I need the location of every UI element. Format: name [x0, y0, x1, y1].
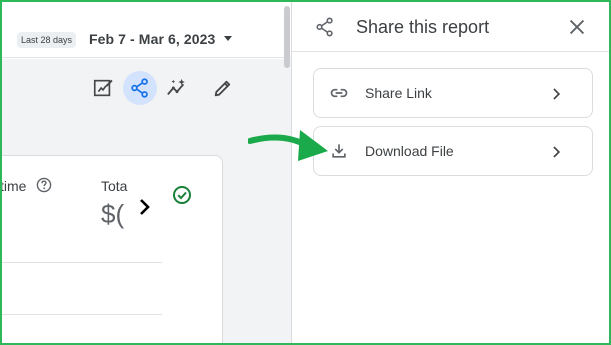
card-divider — [2, 262, 162, 263]
share-link-label: Share Link — [365, 85, 432, 101]
chevron-right-icon[interactable] — [132, 195, 156, 219]
download-file-option[interactable]: Download File — [313, 126, 593, 176]
share-link-option[interactable]: Share Link — [313, 68, 593, 118]
share-panel-title: Share this report — [356, 17, 490, 37]
report-area: Last 28 days Feb 7 - Mar 6, 2023 time To… — [2, 2, 291, 343]
annotation-arrow-icon — [248, 130, 328, 161]
share-panel-header: Share this report — [292, 2, 610, 52]
chevron-right-icon — [553, 88, 561, 100]
download-file-label: Download File — [365, 143, 454, 159]
report-header: Last 28 days Feb 7 - Mar 6, 2023 — [2, 2, 291, 58]
scrollbar[interactable] — [284, 6, 290, 68]
metric-label-total: Tota — [101, 178, 128, 194]
insights-button[interactable] — [160, 71, 194, 105]
insights-icon — [167, 78, 185, 96]
date-range-badge: Last 28 days — [17, 32, 77, 48]
help-icon[interactable] — [36, 177, 52, 193]
share-icon — [316, 17, 333, 37]
chevron-right-icon — [553, 146, 561, 158]
close-icon[interactable] — [566, 16, 588, 38]
edit-button[interactable] — [206, 71, 240, 105]
link-icon — [330, 88, 348, 98]
caret-down-icon[interactable] — [224, 36, 232, 41]
share-button[interactable] — [123, 71, 157, 105]
edit-report-icon — [93, 77, 113, 97]
share-panel: Share this report Share Link Download Fi… — [291, 2, 610, 343]
pencil-icon — [214, 80, 231, 97]
share-icon — [131, 78, 148, 98]
date-range-selector[interactable]: Feb 7 - Mar 6, 2023 — [89, 31, 215, 47]
check-circle-icon[interactable] — [169, 182, 195, 208]
metric-value-total: $( — [101, 199, 125, 229]
card-divider — [2, 314, 162, 315]
edit-report-button[interactable] — [86, 71, 120, 105]
metric-label-time: time — [2, 178, 27, 194]
